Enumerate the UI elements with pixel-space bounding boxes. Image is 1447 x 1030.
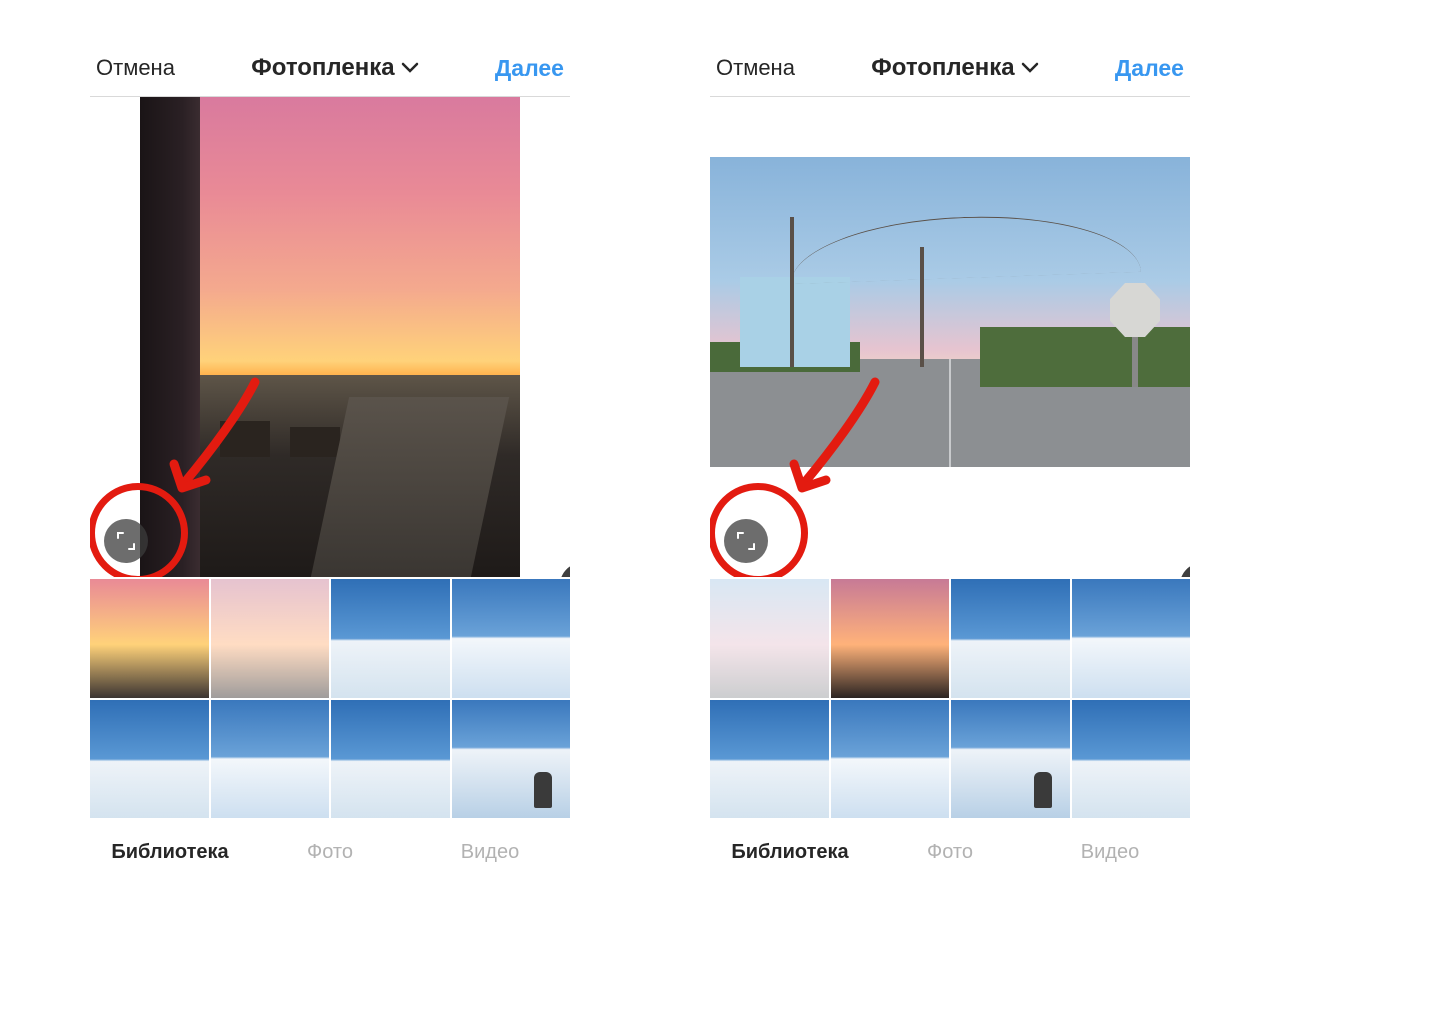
bottom-tabs: Библиотека Фото Видео: [90, 824, 570, 880]
chevron-down-icon: [401, 62, 419, 74]
cancel-button[interactable]: Отмена: [96, 55, 175, 81]
thumbnail[interactable]: [90, 579, 209, 698]
screenshot-left: Отмена Фотопленка Далее: [90, 40, 570, 880]
thumbnail[interactable]: [710, 700, 829, 819]
thumbnail[interactable]: [951, 579, 1070, 698]
bottom-tabs: Библиотека Фото Видео: [710, 824, 1190, 880]
thumbnail[interactable]: [90, 700, 209, 819]
thumbnail[interactable]: [710, 579, 829, 698]
tab-video[interactable]: Видео: [1030, 841, 1190, 864]
preview-image-beach: [710, 157, 1190, 467]
tab-video[interactable]: Видео: [410, 841, 570, 864]
thumbnail[interactable]: [211, 579, 330, 698]
navbar: Отмена Фотопленка Далее: [90, 40, 570, 97]
expand-icon: [115, 530, 137, 552]
tab-photo[interactable]: Фото: [870, 841, 1030, 864]
thumbnail-grid: [710, 579, 1190, 818]
next-button[interactable]: Далее: [1115, 55, 1184, 82]
screenshot-right: Отмена Фотопленка Далее: [710, 40, 1190, 880]
album-title: Фотопленка: [251, 54, 394, 82]
thumbnail[interactable]: [831, 700, 950, 819]
thumbnail[interactable]: [331, 579, 450, 698]
thumbnail[interactable]: [951, 700, 1070, 819]
thumbnail-grid: [90, 579, 570, 818]
thumbnail[interactable]: [452, 579, 571, 698]
photo-preview[interactable]: [710, 97, 1190, 577]
cancel-button[interactable]: Отмена: [716, 55, 795, 81]
thumbnail[interactable]: [831, 579, 950, 698]
thumbnail[interactable]: [331, 700, 450, 819]
multi-select-button[interactable]: [1180, 563, 1190, 577]
tab-library[interactable]: Библиотека: [90, 841, 250, 864]
thumbnail[interactable]: [211, 700, 330, 819]
thumbnail[interactable]: [1072, 700, 1191, 819]
expand-icon: [735, 530, 757, 552]
expand-button[interactable]: [104, 519, 148, 563]
chevron-down-icon: [1021, 62, 1039, 74]
thumbnail[interactable]: [452, 700, 571, 819]
expand-button[interactable]: [724, 519, 768, 563]
tab-photo[interactable]: Фото: [250, 841, 410, 864]
thumbnail[interactable]: [1072, 579, 1191, 698]
album-picker[interactable]: Фотопленка: [871, 54, 1038, 82]
preview-image-sunset: [140, 97, 520, 577]
tab-library[interactable]: Библиотека: [710, 841, 870, 864]
album-picker[interactable]: Фотопленка: [251, 54, 418, 82]
navbar: Отмена Фотопленка Далее: [710, 40, 1190, 97]
photo-preview[interactable]: [90, 97, 570, 577]
next-button[interactable]: Далее: [495, 55, 564, 82]
album-title: Фотопленка: [871, 54, 1014, 82]
multi-select-button[interactable]: [560, 563, 570, 577]
